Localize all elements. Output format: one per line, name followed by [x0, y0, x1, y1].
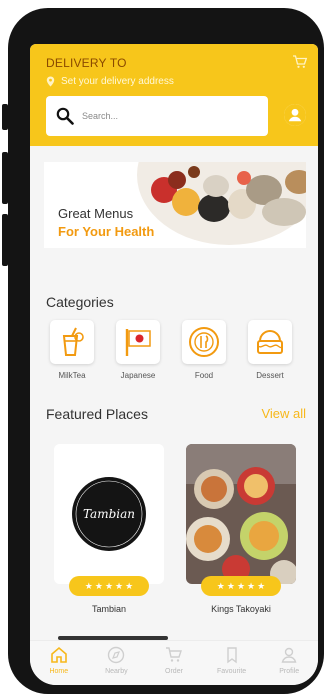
nav-label: Order — [165, 668, 183, 675]
category-tile — [116, 320, 160, 364]
food-bowl-image — [137, 162, 306, 245]
nav-profile[interactable]: Profile — [262, 641, 316, 685]
category-dessert[interactable]: Dessert — [244, 320, 296, 380]
search-input[interactable]: Search... — [46, 96, 268, 136]
bookmark-icon — [226, 647, 237, 664]
rating-stars: ★ ★ ★ ★ ★ — [69, 576, 149, 596]
featured-places-title: Featured Places — [46, 406, 148, 422]
place-name: Tambian — [91, 604, 127, 614]
nav-home[interactable]: Home — [32, 641, 86, 685]
category-food[interactable]: Food — [178, 320, 230, 380]
category-milktea[interactable]: MilkTea — [46, 320, 98, 380]
cart-icon[interactable] — [292, 54, 308, 70]
plate-cutlery-icon — [189, 327, 219, 357]
tambian-logo: Tambian — [54, 444, 164, 584]
user-avatar-icon — [284, 104, 306, 126]
profile-avatar-button[interactable] — [284, 104, 306, 126]
nav-label: Favourite — [216, 668, 247, 675]
svg-text:Tambian: Tambian — [83, 507, 135, 521]
phone-frame: DELIVERY TO Set your delivery address Se… — [8, 8, 324, 694]
category-japanese[interactable]: Japanese — [112, 320, 164, 380]
promo-banner[interactable]: Great Menus For Your Health — [44, 162, 306, 248]
side-button — [2, 104, 8, 130]
category-tile — [182, 320, 226, 364]
banner-title: Great Menus — [58, 206, 134, 221]
home-icon — [50, 646, 67, 663]
volume-up-button — [2, 152, 8, 204]
view-all-link[interactable]: View all — [261, 406, 306, 421]
nav-label: Nearby — [105, 668, 128, 675]
milk-tea-icon — [62, 327, 84, 356]
category-label: Japanese — [120, 371, 156, 380]
nav-label: Home — [49, 668, 69, 675]
delivery-title: DELIVERY TO — [46, 56, 127, 70]
volume-down-button — [2, 214, 8, 266]
banner-subtitle: For Your Health — [58, 224, 155, 239]
place-card-tambian[interactable]: Tambian ★ ★ ★ ★ ★ Tambian — [54, 444, 164, 614]
rating-stars: ★ ★ ★ ★ ★ — [201, 576, 281, 596]
nav-nearby[interactable]: Nearby — [89, 641, 143, 685]
category-label: Dessert — [256, 371, 284, 380]
takoyaki-photo — [186, 444, 296, 584]
place-image: Tambian — [54, 444, 164, 584]
category-tile — [50, 320, 94, 364]
category-label: Food — [194, 371, 214, 380]
user-icon — [281, 647, 297, 663]
place-image — [186, 444, 296, 584]
compass-icon — [108, 646, 125, 664]
category-label: MilkTea — [58, 371, 86, 380]
cart-icon — [165, 647, 182, 662]
cake-icon — [257, 329, 283, 354]
categories-title: Categories — [46, 294, 114, 310]
place-card-kings-takoyaki[interactable]: ★ ★ ★ ★ ★ Kings Takoyaki — [186, 444, 296, 614]
bottom-nav: Home Nearby Order Favourite Profile — [30, 640, 318, 685]
header: DELIVERY TO Set your delivery address Se… — [30, 44, 318, 146]
delivery-address-label: Set your delivery address — [61, 76, 174, 87]
place-name: Kings Takoyaki — [211, 604, 271, 614]
nav-label: Profile — [279, 668, 300, 675]
nav-order[interactable]: Order — [147, 641, 201, 685]
search-placeholder: Search... — [82, 111, 119, 121]
category-tile — [248, 320, 292, 364]
nav-favourite[interactable]: Favourite — [205, 641, 259, 685]
app-screen: DELIVERY TO Set your delivery address Se… — [30, 44, 318, 685]
japan-flag-icon — [125, 329, 151, 356]
delivery-address-row[interactable]: Set your delivery address — [46, 76, 174, 87]
location-pin-icon — [46, 76, 55, 87]
search-icon — [56, 107, 74, 125]
